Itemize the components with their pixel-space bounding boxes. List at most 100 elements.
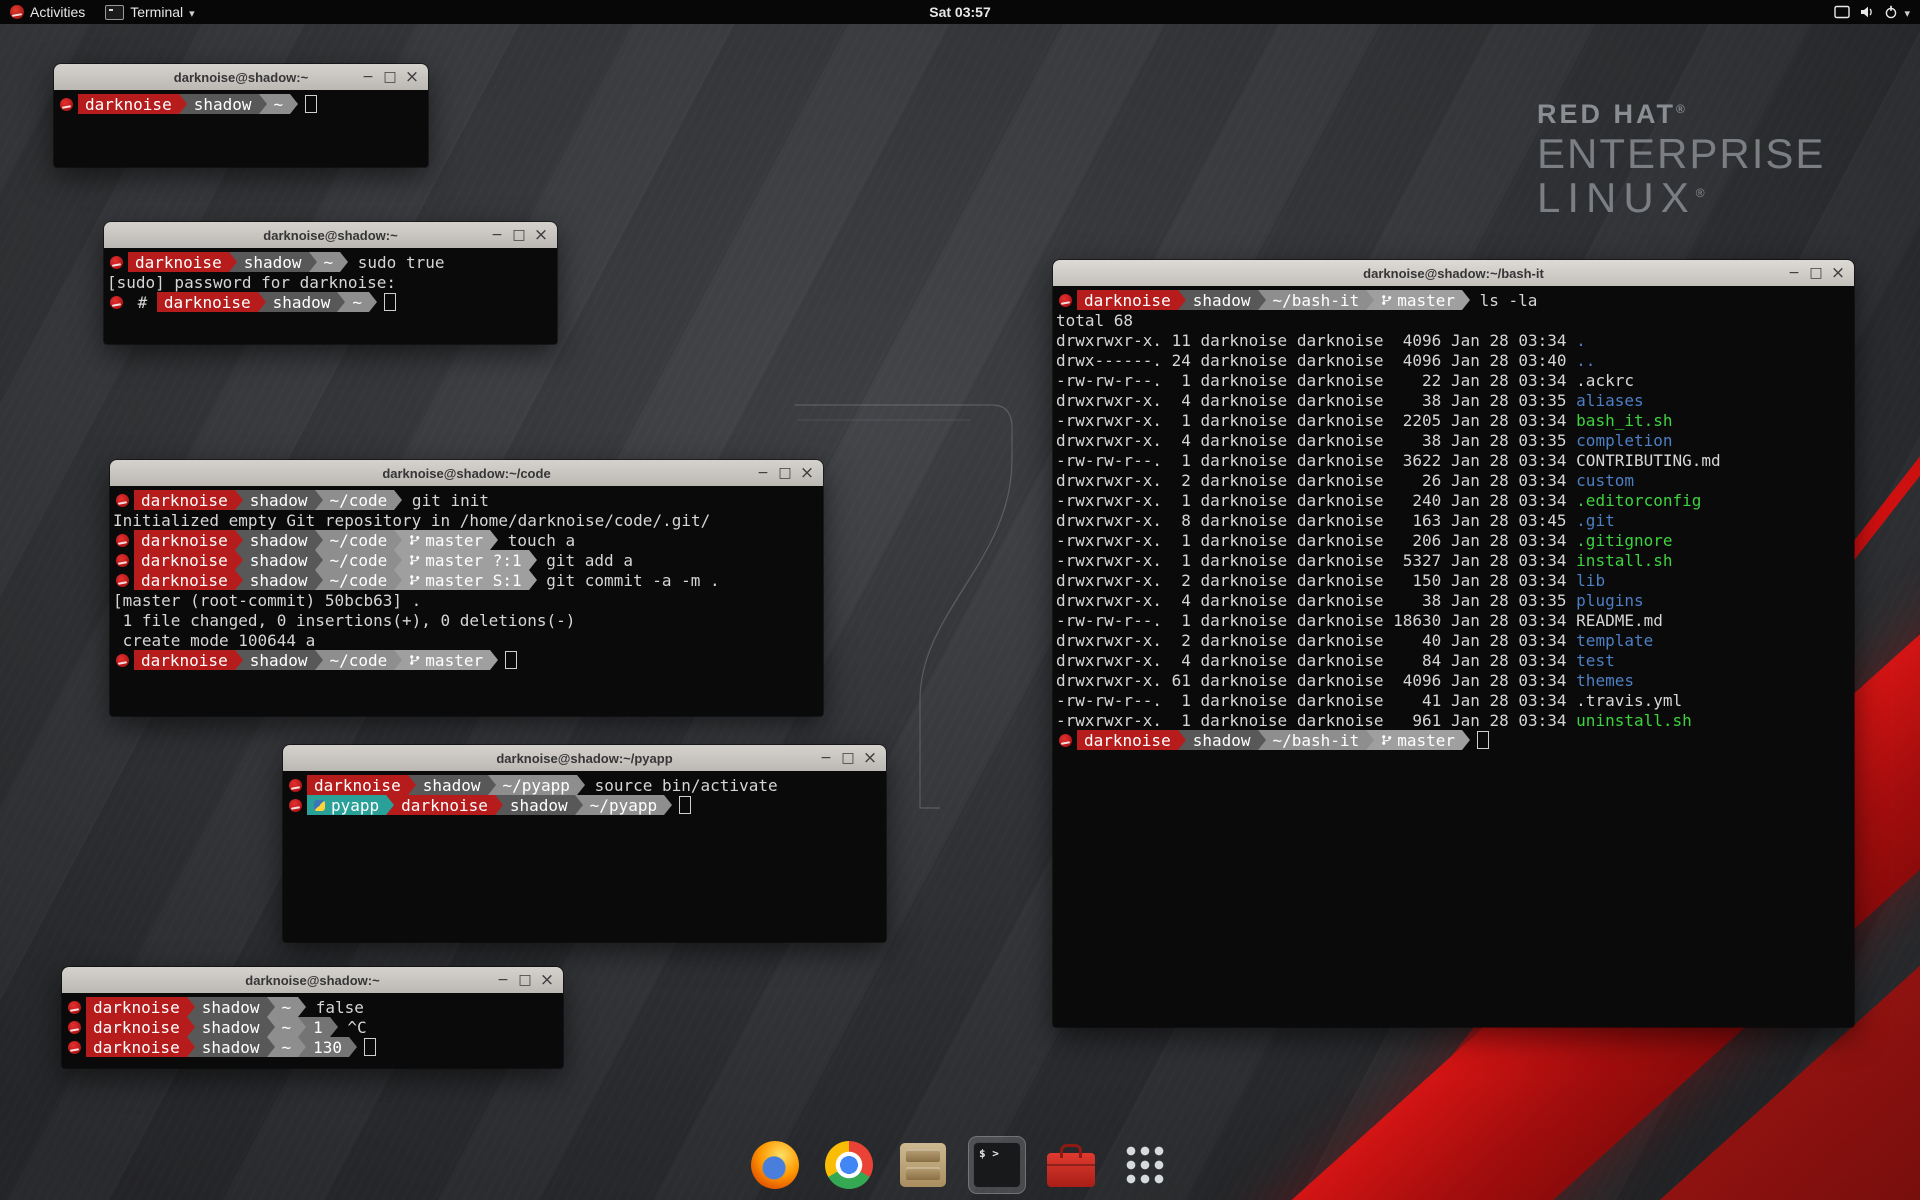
powerline-arrow <box>1258 290 1266 310</box>
window-titlebar[interactable]: darknoise@shadow:~−□× <box>104 222 557 249</box>
terminal-text: ls -la <box>1470 291 1537 310</box>
minimize-button[interactable]: − <box>486 222 508 248</box>
terminal-content[interactable]: darknoiseshadow~/pyapp source bin/activa… <box>283 771 886 942</box>
minimize-button[interactable]: − <box>752 460 774 486</box>
maximize-button[interactable]: □ <box>837 745 859 771</box>
file-name: CONTRIBUTING.md <box>1576 451 1721 470</box>
window-title: darknoise@shadow:~ <box>114 70 368 85</box>
close-button[interactable]: × <box>1827 260 1849 286</box>
firefox-icon <box>751 1141 799 1189</box>
minimize-button[interactable]: − <box>815 745 837 771</box>
dock-item-terminal[interactable] <box>968 1136 1026 1194</box>
app-menu[interactable]: Terminal <box>95 0 204 24</box>
terminal-line: -rwxrwxr-x. 1 darknoise darknoise 206 Ja… <box>1056 530 1852 550</box>
venv-segment: pyapp <box>307 795 386 815</box>
powerline-arrow <box>340 252 348 272</box>
redhat-prompt-icon <box>116 554 129 567</box>
ls-line-meta: -rw-rw-r--. 1 darknoise darknoise 41 Jan… <box>1056 691 1576 710</box>
dock-item-chrome[interactable] <box>820 1136 878 1194</box>
maximize-button[interactable]: □ <box>1805 260 1827 286</box>
user-segment: darknoise <box>86 997 187 1017</box>
terminal-content[interactable]: darknoiseshadow~/code git initInitialize… <box>110 486 823 716</box>
redhat-prompt-icon <box>116 654 129 667</box>
window-titlebar[interactable]: darknoise@shadow:~−□× <box>54 64 428 91</box>
host-segment: shadow <box>195 1017 267 1037</box>
dock-item-app-grid[interactable] <box>1116 1136 1174 1194</box>
path-segment: ~/pyapp <box>496 775 577 795</box>
ls-line-meta: drwxrwxr-x. 4 darknoise darknoise 84 Jan… <box>1056 651 1576 670</box>
terminal-content[interactable]: darknoiseshadow~ <box>54 90 428 167</box>
window-titlebar[interactable]: darknoise@shadow:~/code−□× <box>110 460 823 487</box>
activities-button[interactable]: Activities <box>0 0 95 24</box>
clock[interactable]: Sat 03:57 <box>919 4 1000 20</box>
ls-line-meta: -rwxrwxr-x. 1 darknoise darknoise 206 Ja… <box>1056 531 1576 550</box>
exit-segment: 1 <box>306 1017 330 1037</box>
terminal-content[interactable]: darknoiseshadow~ sudo true[sudo] passwor… <box>104 248 557 344</box>
terminal-content[interactable]: darknoiseshadow~/bash-itmaster ls -latot… <box>1053 286 1854 1027</box>
minimize-button[interactable]: − <box>1783 260 1805 286</box>
display-icon <box>1834 5 1850 19</box>
powerline-arrow <box>179 94 187 114</box>
ls-line-meta: -rw-rw-r--. 1 darknoise darknoise 22 Jan… <box>1056 371 1576 390</box>
path-segment: ~/bash-it <box>1266 730 1367 750</box>
close-button[interactable]: × <box>401 64 423 90</box>
close-button[interactable]: × <box>796 460 818 486</box>
terminal-text: [sudo] password for darknoise: <box>107 273 396 292</box>
window-title: darknoise@shadow:~ <box>164 228 497 243</box>
terminal-text: ^C <box>338 1018 367 1037</box>
terminal-app-icon <box>105 5 124 20</box>
redhat-prompt-icon <box>110 256 123 269</box>
host-segment: shadow <box>243 570 315 590</box>
path-segment: ~/code <box>323 550 395 570</box>
maximize-button[interactable]: □ <box>379 64 401 90</box>
host-segment: shadow <box>266 292 338 312</box>
terminal-line: -rwxrwxr-x. 1 darknoise darknoise 2205 J… <box>1056 410 1852 430</box>
window-titlebar[interactable]: darknoise@shadow:~/pyapp−□× <box>283 745 886 772</box>
dock-item-file-manager[interactable] <box>894 1136 952 1194</box>
ls-line-meta: drwxrwxr-x. 4 darknoise darknoise 38 Jan… <box>1056 591 1576 610</box>
window-titlebar[interactable]: darknoise@shadow:~/bash-it−□× <box>1053 260 1854 287</box>
maximize-button[interactable]: □ <box>774 460 796 486</box>
system-menu[interactable] <box>1824 0 1920 24</box>
terminal-text: source bin/activate <box>585 776 778 795</box>
close-button[interactable]: × <box>530 222 552 248</box>
maximize-button[interactable]: □ <box>508 222 530 248</box>
path-segment: ~ <box>275 1017 299 1037</box>
close-button[interactable]: × <box>859 745 881 771</box>
window-titlebar[interactable]: darknoise@shadow:~−□× <box>62 967 563 994</box>
terminal-content[interactable]: darknoiseshadow~ falsedarknoiseshadow~1 … <box>62 993 563 1068</box>
powerline-arrow <box>315 550 323 570</box>
minimize-button[interactable]: − <box>357 64 379 90</box>
powerline-arrow <box>298 1037 306 1057</box>
host-segment: shadow <box>243 530 315 550</box>
terminal-text: 1 file changed, 0 insertions(+), 0 delet… <box>113 611 575 630</box>
powerline-arrow <box>315 530 323 550</box>
terminal-text: [master (root-commit) 50bcb63] . <box>113 591 421 610</box>
powerline-arrow <box>337 292 345 312</box>
terminal-line: -rw-rw-r--. 1 darknoise darknoise 22 Jan… <box>1056 370 1852 390</box>
user-segment: darknoise <box>134 550 235 570</box>
file-name: bash_it.sh <box>1576 411 1672 430</box>
path-segment: ~ <box>345 292 369 312</box>
terminal-line: darknoiseshadow~130 <box>65 1037 561 1057</box>
powerline-arrow <box>235 650 243 670</box>
python-icon <box>314 800 325 811</box>
powerline-arrow <box>1178 730 1186 750</box>
dock-item-firefox[interactable] <box>746 1136 804 1194</box>
redhat-prompt-icon <box>68 1021 81 1034</box>
maximize-button[interactable]: □ <box>514 967 536 993</box>
close-button[interactable]: × <box>536 967 558 993</box>
dock-item-toolbox[interactable] <box>1042 1136 1100 1194</box>
terminal-line: -rw-rw-r--. 1 darknoise darknoise 3622 J… <box>1056 450 1852 470</box>
minimize-button[interactable]: − <box>492 967 514 993</box>
terminal-line: drwx------. 24 darknoise darknoise 4096 … <box>1056 350 1852 370</box>
host-segment: shadow <box>195 1037 267 1057</box>
terminal-line: -rw-rw-r--. 1 darknoise darknoise 18630 … <box>1056 610 1852 630</box>
host-segment: shadow <box>243 490 315 510</box>
user-segment: darknoise <box>78 94 179 114</box>
terminal-text: create mode 100644 a <box>113 631 315 650</box>
powerline-arrow <box>349 1037 357 1057</box>
exit-segment: 130 <box>306 1037 349 1057</box>
powerline-arrow <box>315 650 323 670</box>
file-name: .editorconfig <box>1576 491 1701 510</box>
